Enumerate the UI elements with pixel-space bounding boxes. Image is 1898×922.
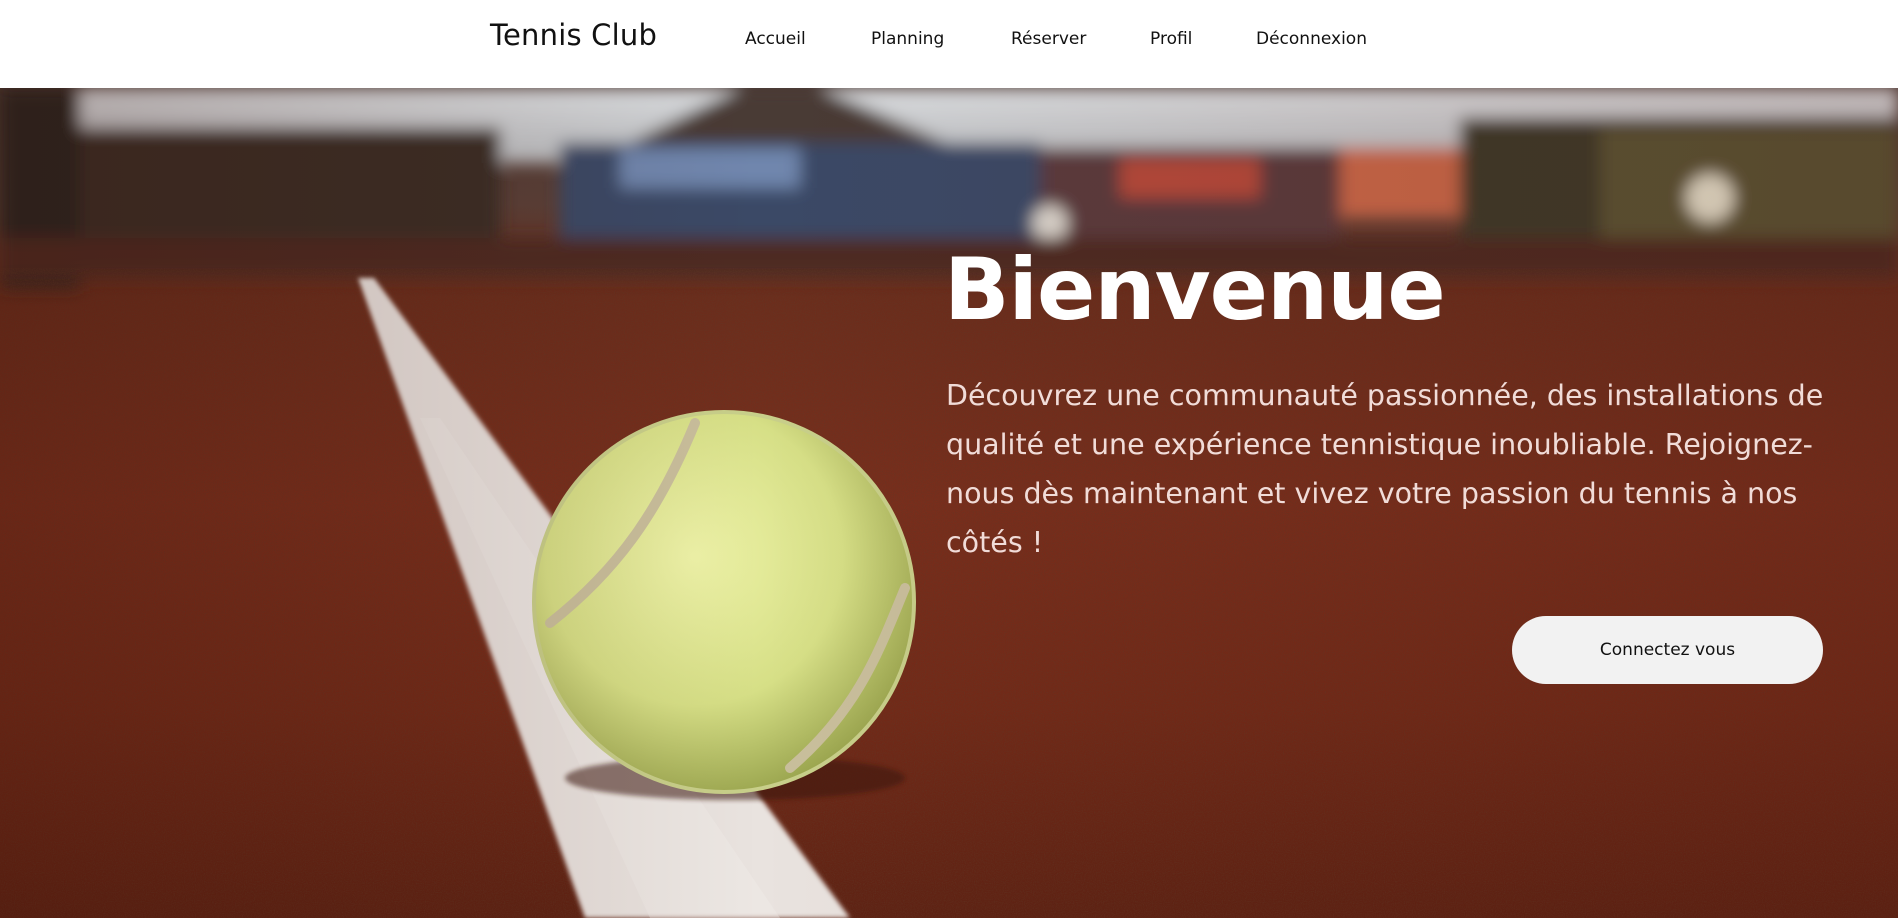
nav-link-deconnexion[interactable]: Déconnexion [1256,29,1367,49]
hero-description: Découvrez une communauté passionnée, des… [946,379,1824,559]
hero-section: Bienvenue Découvrez une communauté passi… [0,88,1898,918]
site-logo[interactable]: Tennis Club [490,18,657,52]
nav-link-profil[interactable]: Profil [1150,29,1192,49]
login-cta-button[interactable]: Connectez vous [1512,616,1823,684]
site-header: Tennis Club Accueil Planning Réserver Pr… [0,0,1898,88]
hero-title: Bienvenue [944,240,1446,340]
nav-link-planning[interactable]: Planning [871,29,944,49]
nav-link-reserver[interactable]: Réserver [1011,29,1086,49]
nav-link-accueil[interactable]: Accueil [745,29,806,49]
